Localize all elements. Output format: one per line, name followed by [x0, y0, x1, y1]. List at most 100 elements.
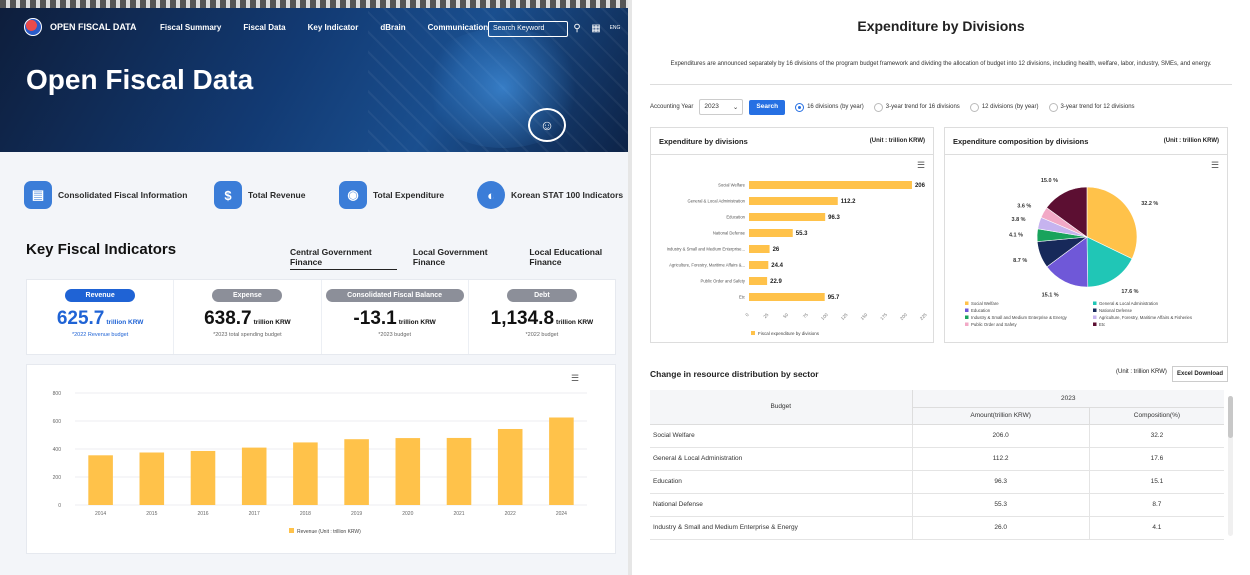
nav-key-indicator[interactable]: Key Indicator	[308, 23, 359, 32]
card-debt[interactable]: Debt 1,134.8 trillion KRW *2022 budget	[469, 280, 615, 354]
panel-unit: (Unit : trillion KRW)	[1163, 138, 1219, 144]
x-tick-label: 2016	[197, 511, 208, 517]
finance-tabs: Central Government Finance Local Governm…	[290, 247, 628, 270]
tab-local-educational[interactable]: Local Educational Finance	[529, 247, 628, 270]
legend-swatch	[965, 315, 969, 319]
data-label: 55.3	[796, 231, 808, 237]
data-label: 206	[915, 183, 926, 189]
card-note: *2023 budget	[378, 332, 411, 338]
x-tick-label: 2021	[453, 511, 464, 517]
sitemap-icon[interactable]: ▦	[589, 21, 603, 35]
y-tick-label: 200	[53, 475, 62, 481]
data-label: 3.6 %	[1017, 203, 1031, 209]
radio-12-divisions-trend[interactable]: 3-year trend for 12 divisions	[1048, 102, 1135, 112]
card-note: *2023 total spending budget	[213, 332, 282, 338]
browser-strip	[0, 0, 628, 8]
x-tick-label: 2020	[402, 511, 413, 517]
table-unit: (Unit : trillion KRW)	[1116, 369, 1167, 375]
indicator-cards: Revenue 625.7 trillion KRW *2022 Revenue …	[26, 279, 616, 355]
search-button[interactable]: Search	[749, 99, 786, 115]
revenue-chart-panel: ☰ 0 200 400 600 800 2014 2015 2016 2017 2018 2019 2…	[26, 364, 616, 554]
quick-link-revenue[interactable]: $ Total Revenue	[214, 181, 339, 209]
nav-dbrain[interactable]: dBrain	[380, 23, 405, 32]
gauge-icon: ◐	[477, 181, 505, 209]
right-screenshot: Expenditure by Divisions Expenditures ar…	[632, 0, 1250, 575]
data-label: 17.6 %	[1121, 289, 1138, 295]
quick-links: ▤ Consolidated Fiscal Information $ Tota…	[24, 181, 623, 209]
nav-fiscal-data[interactable]: Fiscal Data	[243, 23, 285, 32]
x-tick-label: 125	[840, 312, 849, 321]
government-logo-icon	[24, 18, 42, 36]
year-select[interactable]: 2023 ⌄	[699, 99, 744, 115]
divider-line	[650, 84, 1232, 85]
radio-16-divisions-trend[interactable]: 3-year trend for 16 divisions	[873, 102, 960, 112]
x-tick-label: 100	[820, 312, 829, 321]
chart-menu-icon[interactable]: ☰	[1211, 160, 1219, 171]
table-title: Change in resource distribution by secto…	[650, 369, 819, 379]
quick-link-stat100[interactable]: ◐ Korean STAT 100 Indicators	[477, 181, 623, 209]
legend-swatch	[1093, 322, 1097, 326]
category-label: Agriculture, Forestry, Maritime Affairs …	[669, 263, 745, 268]
category-label: National Defense	[713, 231, 746, 236]
radio-12-divisions-year[interactable]: 12 divisions (by year)	[969, 102, 1039, 112]
x-tick-label: 2015	[146, 511, 157, 517]
bar	[395, 438, 421, 505]
legend-swatch	[751, 331, 755, 335]
nav-fiscal-summary[interactable]: Fiscal Summary	[160, 23, 221, 32]
header-composition: Composition(%)	[1089, 407, 1224, 425]
excel-download-button[interactable]: Excel Download	[1172, 366, 1228, 382]
scroll-thumb	[1228, 396, 1233, 438]
legend-swatch	[289, 528, 294, 533]
filter-label: Accounting Year	[650, 104, 694, 110]
site-logo[interactable]: OPEN FISCAL DATA	[24, 18, 137, 36]
legend-label: Fiscal expenditure by divisions	[758, 331, 820, 336]
quick-link-label: Total Revenue	[248, 190, 306, 200]
money-stack-icon: $	[214, 181, 242, 209]
card-pill: Expense	[212, 289, 283, 302]
left-screenshot: OPEN FISCAL DATA Fiscal Summary Fiscal D…	[0, 0, 628, 575]
data-label: 95.7	[828, 295, 840, 301]
search-input[interactable]: Search Keyword	[488, 21, 568, 37]
division-bar-chart: Social Welfare 206 General & Local Adminis…	[667, 181, 928, 336]
legend-label: Social Welfare	[971, 301, 999, 306]
category-label: Education	[726, 215, 745, 220]
search-icon[interactable]: ⚲	[570, 21, 584, 35]
legend-swatch	[965, 308, 969, 312]
bar	[749, 213, 826, 221]
tab-central-government[interactable]: Central Government Finance	[290, 247, 397, 270]
header-icons: ⚲ ▦ ENG ☰	[570, 21, 628, 35]
card-expense[interactable]: Expense 638.7 trillion KRW *2023 total sp…	[174, 280, 322, 354]
quick-link-expenditure[interactable]: ◉ Total Expenditure	[339, 181, 477, 209]
chatbot-icon[interactable]: ☺	[528, 108, 566, 142]
legend-swatch	[965, 322, 969, 326]
legend-label: National Defense	[1099, 308, 1133, 313]
chart-menu-icon[interactable]: ☰	[571, 373, 579, 384]
table-row: Industry & Small and Medium Enterprise &…	[650, 516, 1224, 540]
legend-swatch	[1093, 308, 1097, 312]
x-tick-label: 225	[919, 312, 928, 321]
x-tick-label: 75	[802, 312, 809, 319]
chart-menu-icon[interactable]: ☰	[917, 160, 925, 171]
card-revenue[interactable]: Revenue 625.7 trillion KRW *2022 Revenue …	[27, 280, 175, 354]
data-label: 4.1 %	[1009, 233, 1023, 239]
legend-label: Industry & Small and Medium Enterprise &…	[971, 315, 1068, 320]
quick-link-consolidated[interactable]: ▤ Consolidated Fiscal Information	[24, 181, 214, 209]
bar	[446, 437, 472, 505]
language-button[interactable]: ENG	[608, 21, 622, 35]
nav-communication[interactable]: Communication	[428, 23, 488, 32]
logo-text: OPEN FISCAL DATA	[50, 22, 137, 32]
table-scrollbar[interactable]	[1228, 396, 1233, 536]
tab-local-government[interactable]: Local Government Finance	[413, 247, 513, 270]
radio-16-divisions-year[interactable]: 16 divisions (by year)	[795, 102, 864, 112]
hero-title: Open Fiscal Data	[26, 64, 254, 95]
panel-title: Expenditure composition by divisions	[953, 136, 1089, 146]
card-fiscal-balance[interactable]: Consolidated Fiscal Balance -13.1 trillio…	[322, 280, 469, 354]
card-value: -13.1 trillion KRW	[353, 308, 436, 329]
money-bag-icon: ◉	[339, 181, 367, 209]
pie-panel: Expenditure composition by divisions (Un…	[944, 127, 1228, 343]
data-label: 112.2	[841, 199, 856, 205]
bar	[749, 261, 769, 269]
legend-swatch	[965, 301, 969, 305]
data-label: 26	[773, 247, 780, 253]
data-label: 3.8 %	[1011, 217, 1025, 223]
